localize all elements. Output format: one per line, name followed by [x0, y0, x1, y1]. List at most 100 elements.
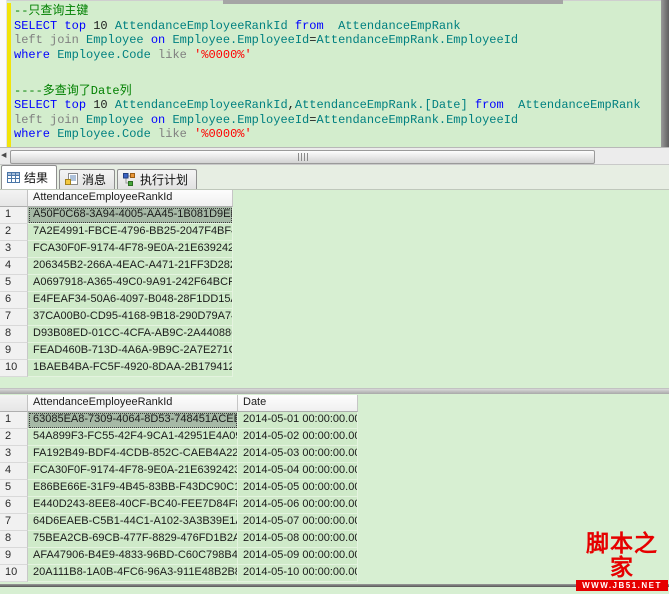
grid-splitter[interactable]: [0, 388, 669, 394]
grid2-corner-cell[interactable]: [0, 395, 28, 412]
grid-cell[interactable]: FEAD460B-713D-4A6A-9B9C-2A7E271C536E: [28, 343, 233, 360]
tab-messages-label: 消息: [82, 173, 107, 187]
tab-execution-plan[interactable]: 执行计划: [117, 169, 198, 189]
row-number[interactable]: 5: [0, 275, 28, 292]
tab-messages[interactable]: 消息: [59, 169, 116, 189]
sql-editor[interactable]: --只查询主键 SELECT top 10 AttendanceEmployeeR…: [0, 0, 669, 147]
row-number[interactable]: 5: [0, 480, 28, 497]
bottom-edge-line: [0, 584, 669, 587]
scroll-left-icon[interactable]: ◀: [1, 152, 6, 160]
grid-cell[interactable]: AFA47906-B4E9-4833-96BD-C60C798B484E: [28, 548, 238, 565]
row-number[interactable]: 2: [0, 429, 28, 446]
grid-cell[interactable]: 64D6EAEB-C5B1-44C1-A102-3A3B39E1A35B: [28, 514, 238, 531]
code-line: left join Employee on Employee.EmployeeI…: [14, 33, 519, 47]
change-tracking-bar: [7, 3, 11, 147]
row-number[interactable]: 9: [0, 343, 28, 360]
scrollbar-thumb[interactable]: [10, 150, 595, 164]
table-row: 3FA192B49-BDF4-4CDB-852C-CAEB4A22EB5D201…: [0, 446, 358, 463]
results-grid-icon: [7, 171, 20, 184]
row-number[interactable]: 2: [0, 224, 28, 241]
grid-cell[interactable]: A50F0C68-3A94-4005-AA45-1B081D9EB2FF: [28, 207, 233, 224]
grid-cell[interactable]: FCA30F0F-9174-4F78-9E0A-21E63924235B: [28, 463, 238, 480]
grid1-corner-cell[interactable]: [0, 190, 28, 207]
code-line: ----多查询了Date列: [14, 83, 132, 98]
grid-cell[interactable]: 54A899F3-FC55-42F4-9CA1-42951E4A098A: [28, 429, 238, 446]
row-number[interactable]: 1: [0, 412, 28, 429]
grid-cell[interactable]: 1BAEB4BA-FC5F-4920-8DAA-2B179412CA92: [28, 360, 233, 377]
row-number[interactable]: 3: [0, 446, 28, 463]
row-number[interactable]: 8: [0, 326, 28, 343]
grid-cell[interactable]: 20A111B8-1A0B-4FC6-96A3-911E48B2B848: [28, 565, 238, 582]
tab-execution-plan-label: 执行计划: [140, 173, 189, 187]
grid-cell[interactable]: 206345B2-266A-4EAC-A471-21FF3D282361: [28, 258, 233, 275]
tab-results-label: 结果: [24, 171, 49, 185]
grid-cell[interactable]: 2014-05-01 00:00:00.000: [238, 412, 358, 429]
results-grid-2: AttendanceEmployeeRankId Date 1 63085EA8-…: [0, 395, 358, 582]
grid-cell[interactable]: 2014-05-06 00:00:00.000: [238, 497, 358, 514]
table-row: 6E4FEAF34-50A6-4097-B048-28F1DD15A44C: [0, 292, 233, 309]
grid-cell[interactable]: D93B08ED-01CC-4CFA-AB9C-2A44088678CD: [28, 326, 233, 343]
tab-results[interactable]: 结果: [1, 165, 58, 189]
grid-cell[interactable]: 2014-05-05 00:00:00.000: [238, 480, 358, 497]
row-number[interactable]: 6: [0, 292, 28, 309]
grid-cell[interactable]: 2014-05-07 00:00:00.000: [238, 514, 358, 531]
code-line: SELECT top 10 AttendanceEmployeeRankId,A…: [14, 98, 641, 112]
horizontal-scrollbar[interactable]: ◀: [0, 147, 669, 165]
grid-cell[interactable]: FCA30F0F-9174-4F78-9E0A-21E63924235B: [28, 241, 233, 258]
grid-cell[interactable]: 37CA00B0-CD95-4168-9B18-290D79A7443E: [28, 309, 233, 326]
execution-plan-icon: [123, 173, 136, 186]
code-line: where Employee.Code like '%0000%': [14, 127, 252, 141]
row-number[interactable]: 9: [0, 548, 28, 565]
grid-cell[interactable]: 2014-05-04 00:00:00.000: [238, 463, 358, 480]
editor-right-edge: [661, 0, 669, 147]
grid1-column-header[interactable]: AttendanceEmployeeRankId: [28, 190, 233, 207]
table-row: 1A50F0C68-3A94-4005-AA45-1B081D9EB2FF: [0, 207, 233, 224]
row-number[interactable]: 7: [0, 309, 28, 326]
table-row: 9 AFA47906-B4E9-4833-96BD-C60C798B484E 201…: [0, 548, 358, 565]
row-number[interactable]: 3: [0, 241, 28, 258]
grid-cell[interactable]: 2014-05-03 00:00:00.000: [238, 446, 358, 463]
row-number[interactable]: 7: [0, 514, 28, 531]
grid-cell[interactable]: 75BEA2CB-69CB-477F-8829-476FD1B2A97A: [28, 531, 238, 548]
grid-cell[interactable]: E440D243-8EE8-40CF-BC40-FEE7D84F8064: [28, 497, 238, 514]
grid-cell[interactable]: 2014-05-10 00:00:00.000: [238, 565, 358, 582]
table-row: 2 54A899F3-FC55-42F4-9CA1-42951E4A098A 201…: [0, 429, 358, 446]
table-row: 10 20A111B8-1A0B-4FC6-96A3-911E48B2B848 20…: [0, 565, 358, 582]
grid-cell[interactable]: FA192B49-BDF4-4CDB-852C-CAEB4A22EB5D: [28, 446, 238, 463]
grid-cell[interactable]: 63085EA8-7309-4064-8D53-748451ACEB66: [28, 412, 238, 429]
grid-cell[interactable]: E86BE66E-31F9-4B45-83BB-F43DC90C1F39: [28, 480, 238, 497]
grid-cell[interactable]: A0697918-A365-49C0-9A91-242F64BCF8D9: [28, 275, 233, 292]
row-number[interactable]: 8: [0, 531, 28, 548]
row-number[interactable]: 1: [0, 207, 28, 224]
results-tab-bar: 结果 消息 执行计划: [0, 165, 669, 190]
grid1-body: 1A50F0C68-3A94-4005-AA45-1B081D9EB2FF27A…: [0, 207, 233, 377]
row-number[interactable]: 10: [0, 360, 28, 377]
table-row: 5 E86BE66E-31F9-4B45-83BB-F43DC90C1F39 201…: [0, 480, 358, 497]
row-number[interactable]: 4: [0, 258, 28, 275]
table-row: 8D93B08ED-01CC-4CFA-AB9C-2A44088678CD: [0, 326, 233, 343]
table-row: 5 A0697918-A365-49C0-9A91-242F64BCF8D9: [0, 275, 233, 292]
grid-cell[interactable]: E4FEAF34-50A6-4097-B048-28F1DD15A44C: [28, 292, 233, 309]
grid-cell[interactable]: 2014-05-09 00:00:00.000: [238, 548, 358, 565]
grid2-header-row: AttendanceEmployeeRankId Date: [0, 395, 358, 412]
row-number[interactable]: 4: [0, 463, 28, 480]
grid2-column-header-id[interactable]: AttendanceEmployeeRankId: [28, 395, 238, 412]
sql-code[interactable]: --只查询主键 SELECT top 10 AttendanceEmployeeR…: [14, 4, 641, 142]
grid-cell[interactable]: 2014-05-02 00:00:00.000: [238, 429, 358, 446]
table-row: 9FEAD460B-713D-4A6A-9B9C-2A7E271C536E: [0, 343, 233, 360]
grid2-body: 1 63085EA8-7309-4064-8D53-748451ACEB66 201…: [0, 412, 358, 582]
row-number[interactable]: 6: [0, 497, 28, 514]
grid2-column-header-date[interactable]: Date: [238, 395, 358, 412]
table-row: 101BAEB4BA-FC5F-4920-8DAA-2B179412CA92: [0, 360, 233, 377]
watermark: 脚本之家 WWW.JB51.NET: [576, 531, 668, 591]
table-row: 4 FCA30F0F-9174-4F78-9E0A-21E63924235B 201…: [0, 463, 358, 480]
table-row: 737CA00B0-CD95-4168-9B18-290D79A7443E: [0, 309, 233, 326]
row-number[interactable]: 10: [0, 565, 28, 582]
editor-margin: [0, 0, 7, 147]
code-line: where Employee.Code like '%0000%': [14, 47, 252, 62]
table-row: 764D6EAEB-C5B1-44C1-A102-3A3B39E1A35B201…: [0, 514, 358, 531]
grid-cell[interactable]: 2014-05-08 00:00:00.000: [238, 531, 358, 548]
watermark-site-name: 脚本之家: [586, 530, 658, 580]
grid-cell[interactable]: 7A2E4991-FBCE-4796-BB25-2047F4BF4EE0: [28, 224, 233, 241]
